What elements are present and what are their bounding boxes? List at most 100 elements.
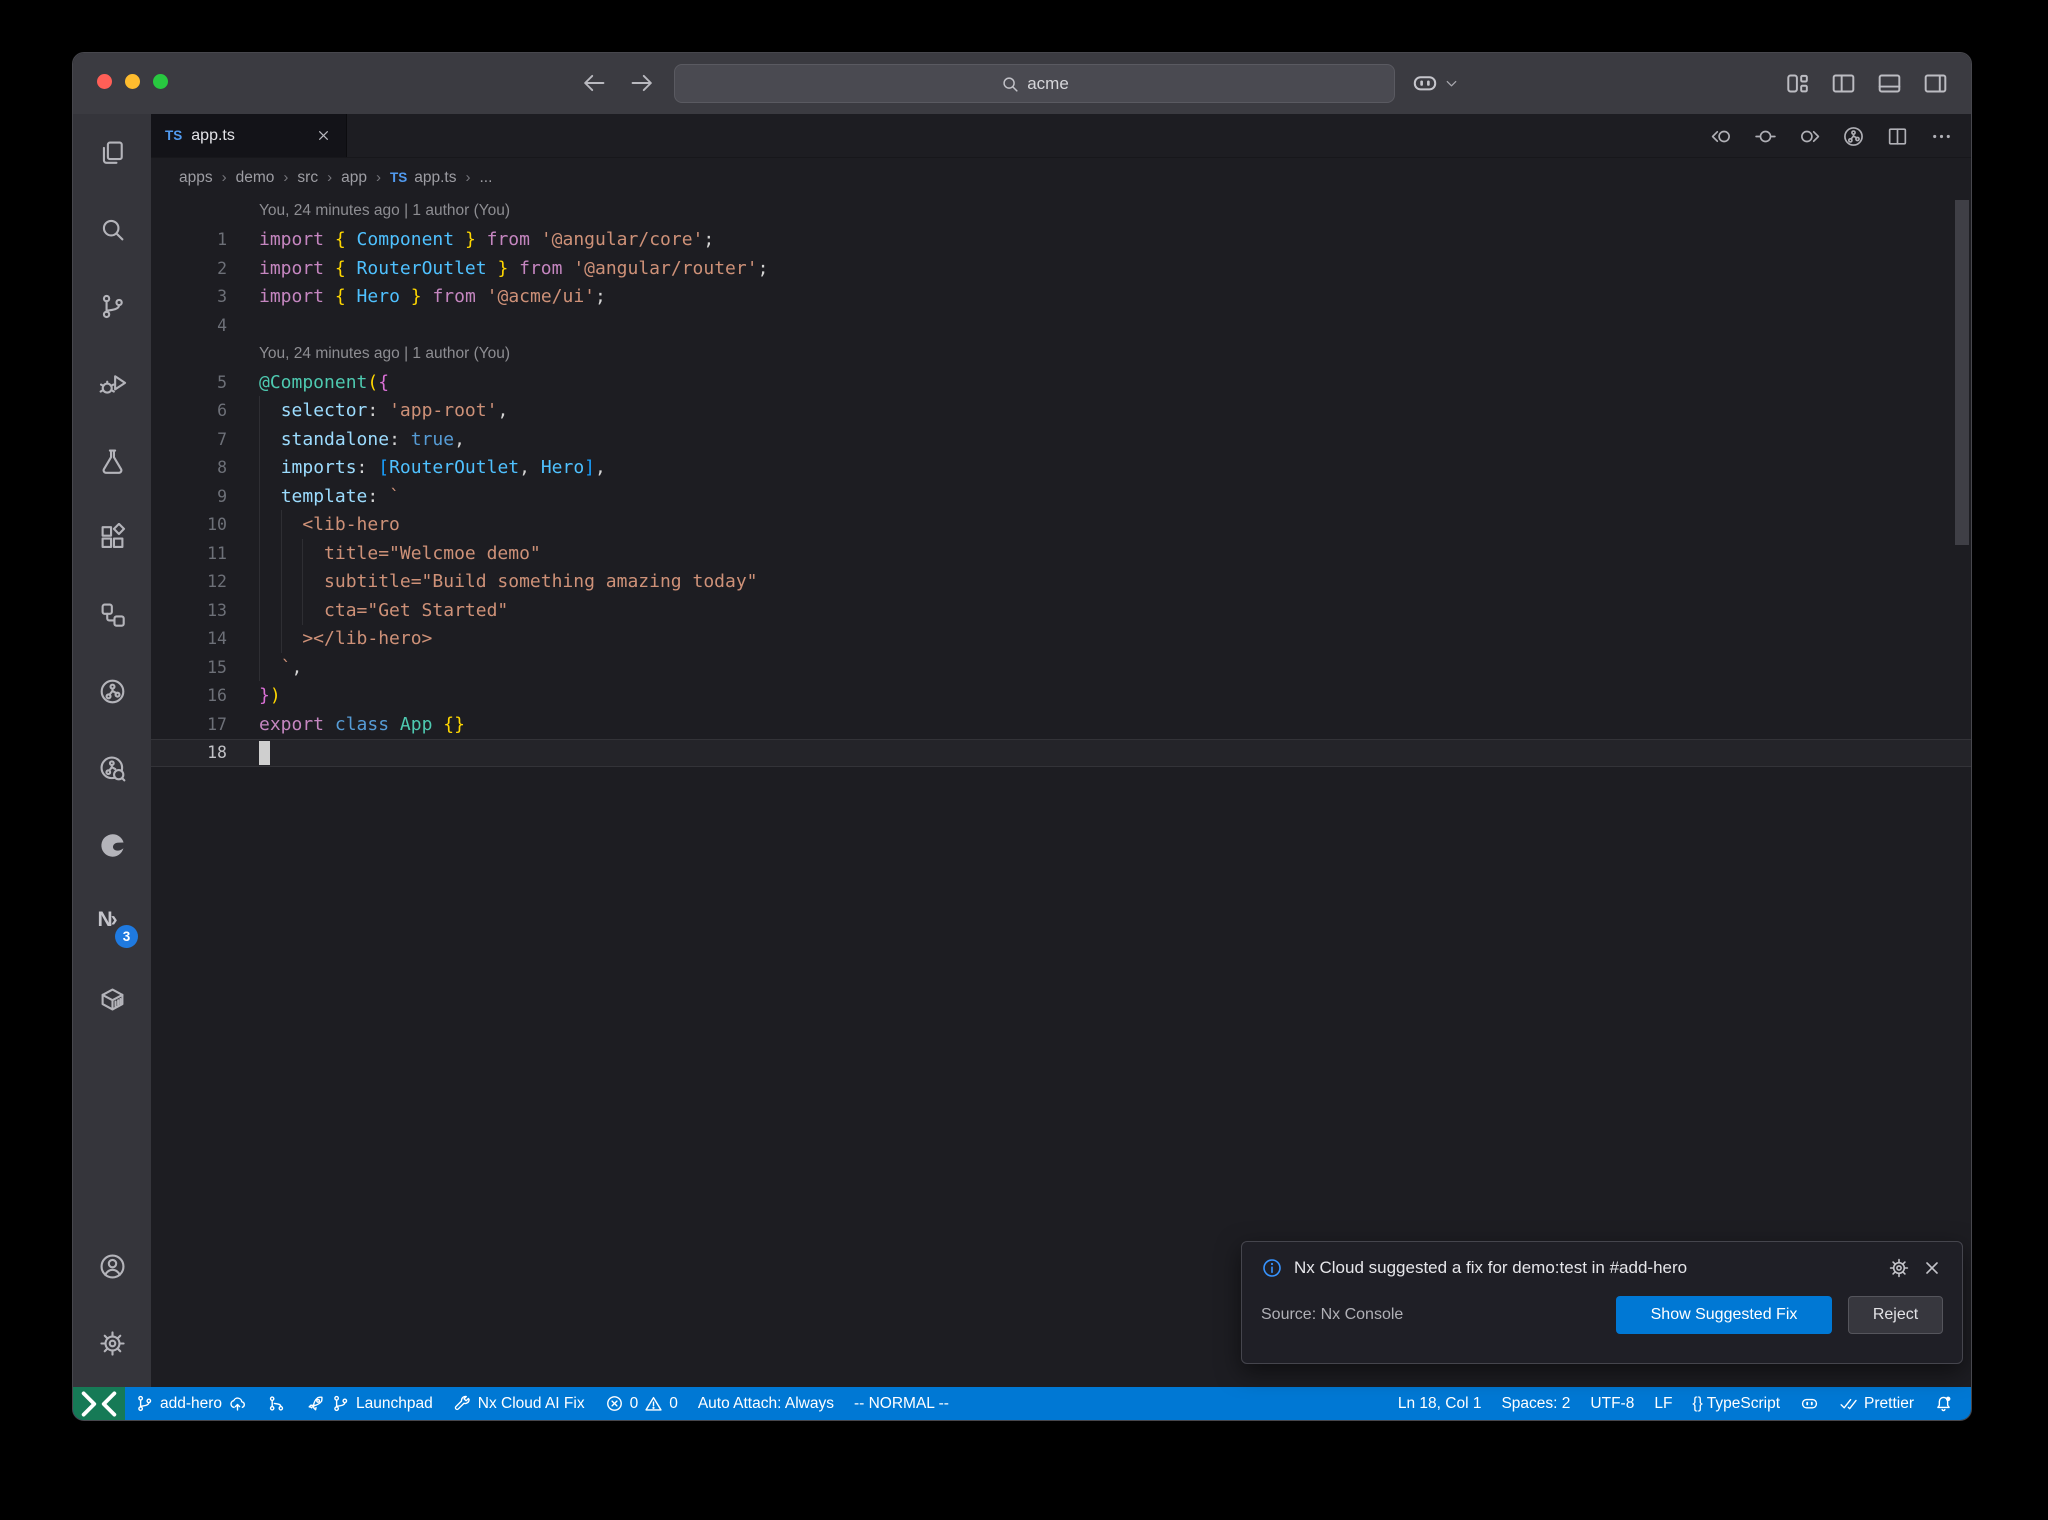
- status-git-branch[interactable]: add-hero: [125, 1387, 257, 1420]
- code-line-5[interactable]: 5 @Component({: [151, 368, 1971, 397]
- status-notifications[interactable]: [1924, 1387, 1963, 1420]
- status-language-mode[interactable]: {} TypeScript: [1682, 1387, 1790, 1420]
- status-copilot[interactable]: [1790, 1387, 1829, 1420]
- traffic-lights: [97, 74, 168, 89]
- line-number: 4: [217, 315, 227, 335]
- code-line-16[interactable]: 16}): [151, 682, 1971, 711]
- line-number: 17: [207, 714, 227, 734]
- line-number: 6: [217, 401, 227, 421]
- status-launchpad[interactable]: Launchpad: [296, 1387, 443, 1420]
- status-remote-indicator[interactable]: [73, 1387, 125, 1420]
- nx-run-target-icon[interactable]: [1842, 125, 1865, 148]
- status-label: UTF-8: [1590, 1394, 1635, 1412]
- code-line-6[interactable]: 6 selector: 'app-root',: [151, 397, 1971, 426]
- toggle-primary-sidebar-icon[interactable]: [1830, 70, 1857, 97]
- indent-guide: [259, 396, 260, 681]
- command-center-search[interactable]: acme: [674, 64, 1395, 103]
- line-number: 5: [217, 372, 227, 392]
- status-label: Launchpad: [356, 1394, 433, 1412]
- activity-references-view[interactable]: [73, 576, 151, 653]
- zoom-window-button[interactable]: [153, 74, 168, 89]
- code-editor[interactable]: You, 24 minutes ago | 1 author (You) 1 imp…: [151, 197, 1971, 1387]
- breadcrumb-item-app-ts[interactable]: TS app.ts: [390, 169, 457, 187]
- activity-search[interactable]: [73, 191, 151, 268]
- status-indentation[interactable]: Spaces: 2: [1491, 1387, 1580, 1420]
- chevron-down-icon: [1443, 75, 1460, 92]
- navigate-back-icon[interactable]: [581, 70, 607, 96]
- activity-nx-project-details[interactable]: [73, 730, 151, 807]
- code-line-10[interactable]: 10 <lib-hero: [151, 511, 1971, 540]
- code-line-1[interactable]: 1 import { Component } from '@angular/cor…: [151, 226, 1971, 255]
- breadcrumb-item-app[interactable]: app: [341, 169, 367, 187]
- split-editor-icon[interactable]: [1886, 125, 1909, 148]
- code-line-18[interactable]: 18: [151, 738, 1971, 767]
- nav-back-circle-icon[interactable]: [1710, 125, 1733, 148]
- code-line-3[interactable]: 3 import { Hero } from '@acme/ui';: [151, 283, 1971, 312]
- wrench-icon: [453, 1394, 472, 1413]
- customize-layout-icon[interactable]: [1784, 70, 1811, 97]
- line-number: 3: [217, 287, 227, 307]
- activity-settings[interactable]: [73, 1305, 151, 1382]
- status-encoding[interactable]: UTF-8: [1580, 1387, 1644, 1420]
- line-number: 15: [207, 657, 227, 677]
- editor-scrollbar[interactable]: [1955, 200, 1969, 545]
- activity-explorer[interactable]: [73, 114, 151, 191]
- reject-button[interactable]: Reject: [1848, 1296, 1943, 1334]
- status-label: Spaces: 2: [1501, 1394, 1571, 1412]
- tab-app-ts[interactable]: TS app.ts: [151, 114, 347, 157]
- notification-settings-icon[interactable]: [1888, 1257, 1910, 1279]
- status-auto-attach[interactable]: Auto Attach: Always: [688, 1387, 844, 1420]
- breadcrumb-separator: ›: [375, 169, 381, 186]
- code-line-8[interactable]: 8 imports: [RouterOutlet, Hero],: [151, 454, 1971, 483]
- show-suggested-fix-button[interactable]: Show Suggested Fix: [1616, 1296, 1832, 1334]
- status-label: 0: [669, 1394, 678, 1412]
- breadcrumb-item-demo[interactable]: demo: [236, 169, 275, 187]
- status-formatter[interactable]: Prettier: [1829, 1387, 1924, 1420]
- status-eol[interactable]: LF: [1644, 1387, 1682, 1420]
- activity-nx-cloud[interactable]: [73, 653, 151, 730]
- activity-containers[interactable]: [73, 961, 151, 1038]
- status-cursor-position[interactable]: Ln 18, Col 1: [1388, 1387, 1492, 1420]
- close-tab-icon[interactable]: [315, 127, 332, 144]
- activity-testing[interactable]: [73, 422, 151, 499]
- breadcrumb-separator: ›: [327, 169, 333, 186]
- code-line-12[interactable]: 12 subtitle="Build something amazing tod…: [151, 568, 1971, 597]
- activity-accounts[interactable]: [73, 1228, 151, 1305]
- notification-close-icon[interactable]: [1921, 1257, 1943, 1279]
- toggle-secondary-sidebar-icon[interactable]: [1922, 70, 1949, 97]
- status-problems[interactable]: 00: [595, 1387, 688, 1420]
- line-number: 1: [217, 230, 227, 250]
- breadcrumb-item--[interactable]: ...: [479, 169, 492, 187]
- nav-current-circle-icon[interactable]: [1754, 125, 1777, 148]
- code-line-17[interactable]: 17 export class App {}: [151, 710, 1971, 739]
- breadcrumb-item-apps[interactable]: apps: [179, 169, 213, 187]
- code-line-11[interactable]: 11 title="Welcmoe demo": [151, 539, 1971, 568]
- nav-forward-circle-icon[interactable]: [1798, 125, 1821, 148]
- status-vim-mode[interactable]: -- NORMAL --: [844, 1387, 959, 1420]
- close-window-button[interactable]: [97, 74, 112, 89]
- breadcrumb-separator: ›: [465, 169, 471, 186]
- code-line-9[interactable]: 9 template: `: [151, 482, 1971, 511]
- activity-edge-tools[interactable]: [73, 807, 151, 884]
- code-line-4[interactable]: 4: [151, 311, 1971, 340]
- status-nx-cloud-ai-fix[interactable]: Nx Cloud AI Fix: [443, 1387, 595, 1420]
- status-label: Nx Cloud AI Fix: [477, 1394, 585, 1412]
- code-line-13[interactable]: 13 cta="Get Started": [151, 596, 1971, 625]
- minimize-window-button[interactable]: [125, 74, 140, 89]
- code-line-7[interactable]: 7 standalone: true,: [151, 425, 1971, 454]
- activity-source-control[interactable]: [73, 268, 151, 345]
- navigate-forward-icon[interactable]: [629, 70, 655, 96]
- activity-extensions[interactable]: [73, 499, 151, 576]
- code-line-14[interactable]: 14 ></lib-hero>: [151, 625, 1971, 654]
- toggle-panel-icon[interactable]: [1876, 70, 1903, 97]
- editor-group: TS app.ts apps › demo › src › app › TS app.ts ›...: [151, 114, 1971, 1387]
- breadcrumb-item-src[interactable]: src: [297, 169, 318, 187]
- status-git-graph[interactable]: [257, 1387, 296, 1420]
- copilot-menu[interactable]: [1411, 69, 1460, 97]
- activity-nx-console[interactable]: N› 3: [73, 884, 151, 961]
- activity-run-and-debug[interactable]: [73, 345, 151, 422]
- code-line-15[interactable]: 15 `,: [151, 653, 1971, 682]
- more-actions-icon[interactable]: [1930, 125, 1953, 148]
- bell-icon: [1934, 1394, 1953, 1413]
- code-line-2[interactable]: 2 import { RouterOutlet } from '@angular/…: [151, 254, 1971, 283]
